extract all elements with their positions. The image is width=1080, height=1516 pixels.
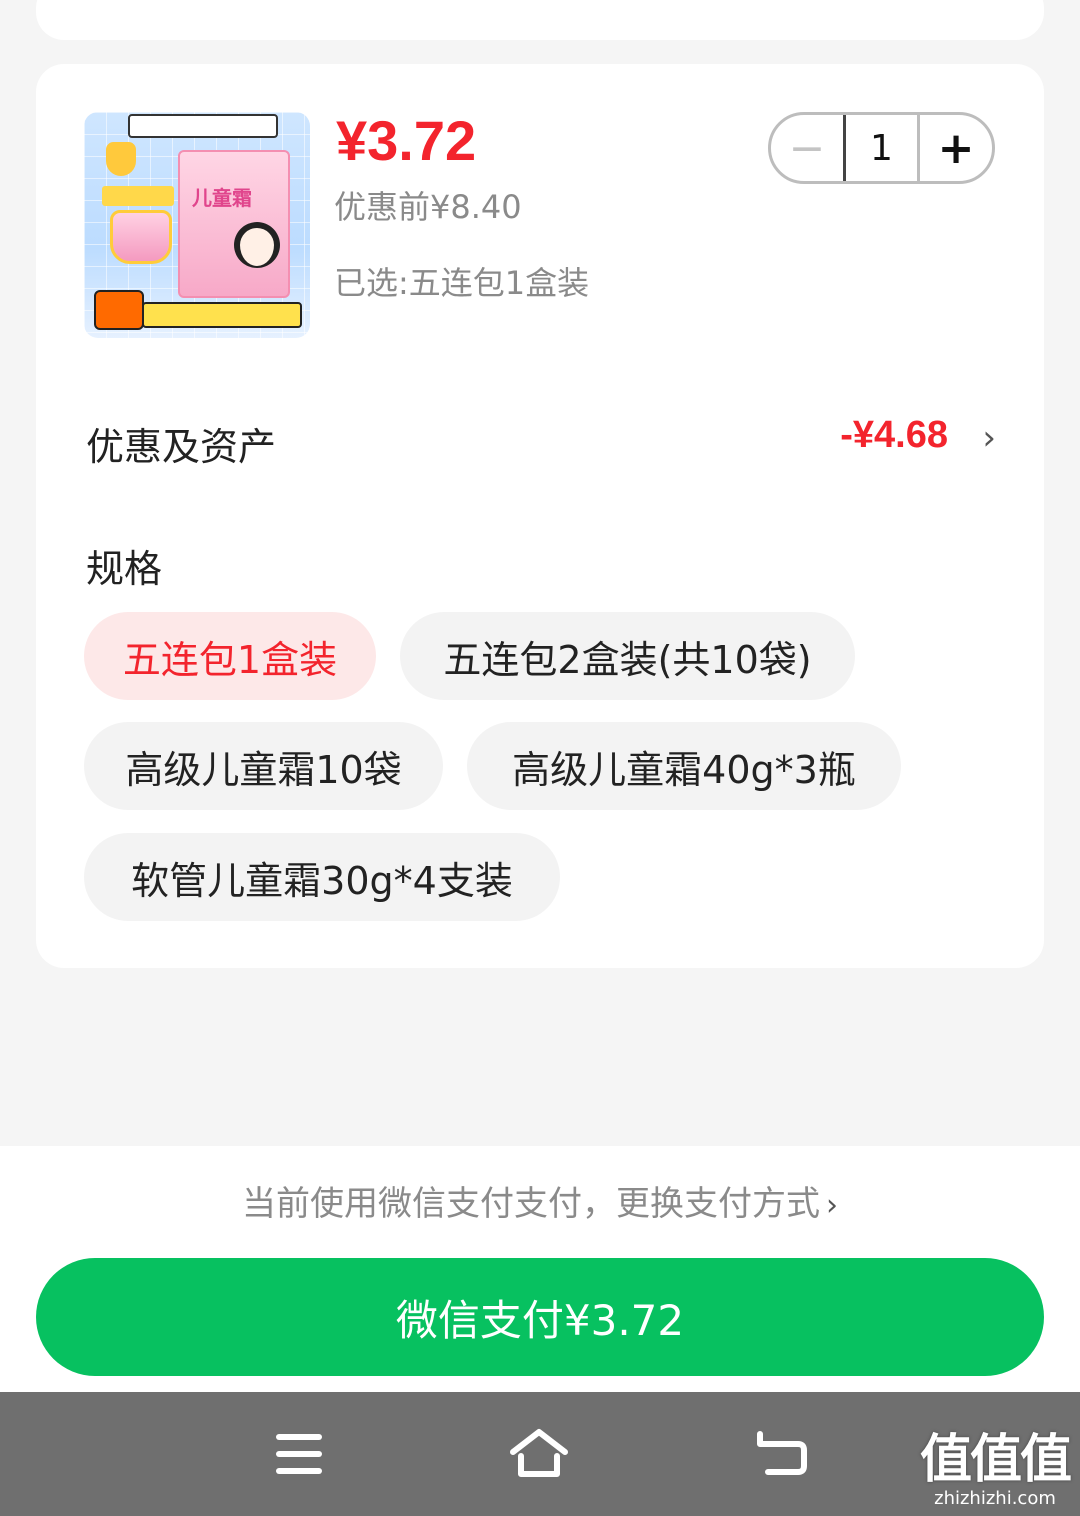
back-icon[interactable] — [752, 1430, 808, 1476]
wechat-pay-button[interactable]: 微信支付¥3.72 — [36, 1258, 1044, 1376]
selected-spec-text: 已选:五连包1盒装 — [334, 264, 590, 302]
decrease-quantity-button[interactable]: − — [771, 115, 843, 181]
quantity-value[interactable]: 1 — [843, 115, 920, 181]
discount-row[interactable]: 优惠及资产 -¥4.68 › — [86, 412, 996, 469]
payment-area: 当前使用微信支付支付，更换支付方式 › 微信支付¥3.72 — [0, 1146, 1080, 1392]
product-image-label: 儿童霜 — [192, 186, 252, 210]
menu-icon[interactable] — [276, 1434, 324, 1474]
chevron-right-icon: › — [826, 1188, 838, 1223]
discount-label: 优惠及资产 — [86, 425, 277, 469]
chevron-right-icon: › — [982, 418, 996, 458]
original-price: 优惠前¥8.40 — [334, 188, 522, 226]
payment-note-text: 当前使用微信支付支付，更换支付方式 — [242, 1184, 820, 1224]
change-payment-method-link[interactable]: 当前使用微信支付支付，更换支付方式 › — [0, 1176, 1080, 1225]
product-image: 儿童霜 — [84, 112, 310, 338]
spec-title: 规格 — [86, 547, 163, 591]
product-price: ¥3.72 — [336, 109, 477, 172]
home-icon[interactable] — [508, 1428, 570, 1478]
watermark-url: zhizhizhi.com — [934, 1488, 1056, 1509]
quantity-stepper: − 1 + — [768, 112, 995, 184]
watermark-text: 值值值 — [920, 1430, 1072, 1490]
spec-option[interactable]: 五连包1盒装 — [84, 612, 376, 700]
spec-option[interactable]: 高级儿童霜40g*3瓶 — [467, 722, 901, 810]
product-card: 儿童霜 ¥3.72 优惠前¥8.40 已选:五连包1盒装 − 1 + 优惠及资产… — [36, 64, 1044, 968]
discount-value: -¥4.68 — [840, 414, 948, 456]
spec-option[interactable]: 五连包2盒装(共10袋) — [400, 612, 855, 700]
previous-card — [36, 0, 1044, 40]
increase-quantity-button[interactable]: + — [920, 115, 992, 181]
spec-option[interactable]: 软管儿童霜30g*4支装 — [84, 833, 560, 921]
system-navigation-bar — [0, 1392, 1080, 1516]
watermark-logo: 值值值 zhizhizhi.com — [920, 1430, 1072, 1512]
spec-option[interactable]: 高级儿童霜10袋 — [84, 722, 443, 810]
